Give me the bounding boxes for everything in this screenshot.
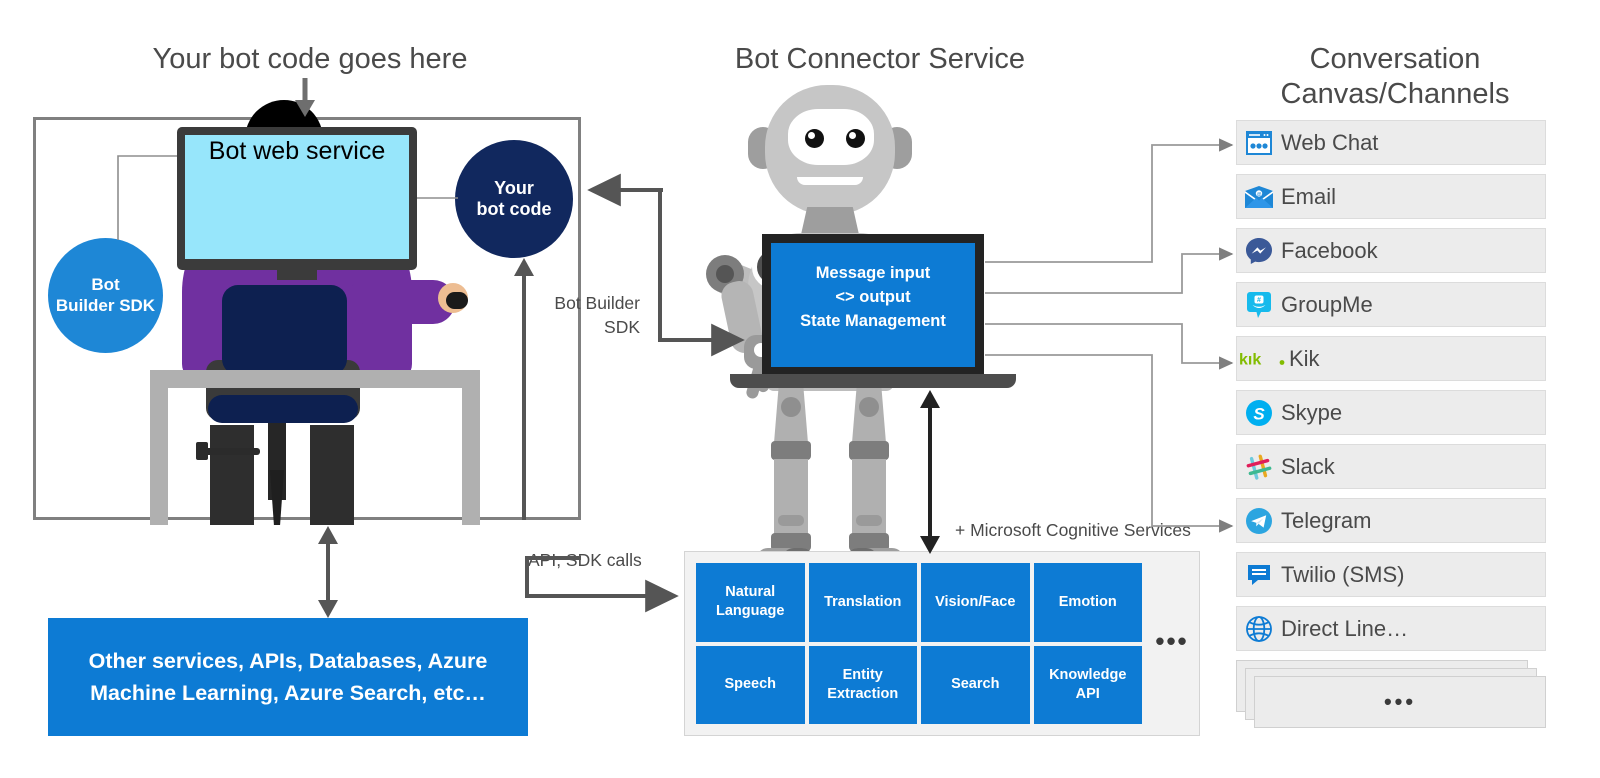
robot-eye-left (805, 129, 824, 148)
line-to-web-chat (985, 138, 1234, 263)
laptop-screen-text: Message input <> output State Management (800, 264, 946, 330)
cognitive-services-grid: Natural Language Translation Vision/Face… (696, 563, 1142, 724)
channel-row-telegram[interactable]: Telegram (1236, 498, 1546, 543)
chair-base-left (210, 425, 254, 525)
diagram-canvas: Your bot code goes here Bot Connector Se… (0, 0, 1600, 778)
desk-leg-right (462, 370, 480, 525)
channel-row-kik[interactable]: kık Kik (1236, 336, 1546, 381)
channel-label: Email (1281, 183, 1337, 209)
cognitive-cell[interactable]: Speech (696, 645, 805, 724)
chair-pole-lower (270, 470, 284, 525)
heading-center: Bot Connector Service (734, 43, 1026, 75)
telegram-icon (1237, 507, 1281, 535)
facebook-messenger-icon (1237, 237, 1281, 265)
slack-icon (1237, 454, 1281, 480)
channel-row-email[interactable]: @ Email (1236, 174, 1546, 219)
channel-row-slack[interactable]: Slack (1236, 444, 1546, 489)
channel-label: Telegram (1281, 507, 1372, 533)
cognitive-cell[interactable]: Emotion (1033, 563, 1142, 642)
channel-label: Facebook (1281, 237, 1378, 263)
email-icon: @ (1237, 185, 1281, 209)
line-to-kik (985, 323, 1234, 370)
channel-label: Slack (1281, 453, 1335, 479)
bot-builder-sdk-circle: Bot Builder SDK (48, 238, 163, 353)
line-to-facebook (985, 247, 1234, 294)
cognitive-services-panel: Natural Language Translation Vision/Face… (684, 551, 1200, 736)
direct-line-globe-icon (1237, 615, 1281, 643)
arrow-label-api-sdk-calls: API, SDK calls (528, 550, 642, 570)
cognitive-cell[interactable]: Natural Language (696, 563, 805, 642)
heading-left: Your bot code goes here (152, 43, 468, 75)
cognitive-cell[interactable]: Search (921, 645, 1030, 724)
channel-label: Direct Line… (1281, 615, 1409, 641)
monitor-stand (277, 270, 317, 280)
channel-row-direct-line[interactable]: Direct Line… (1236, 606, 1546, 651)
channel-more-stack[interactable]: ••• (1236, 660, 1546, 734)
channel-row-twilio-sms[interactable]: Twilio (SMS) (1236, 552, 1546, 597)
desk-leg-left (150, 370, 168, 525)
web-chat-icon (1237, 130, 1281, 155)
robot-hip-joint-left (781, 397, 801, 417)
monitor-label: Bot web service (208, 137, 386, 165)
kik-icon: kık (1237, 350, 1289, 368)
arrow-label-bot-builder-sdk: Bot Builder SDK (554, 293, 640, 337)
computer-mouse (446, 292, 468, 309)
svg-text:kık: kık (1239, 351, 1261, 368)
channel-more-dots: ••• (1383, 689, 1417, 714)
robot-eye-right (846, 129, 865, 148)
svg-text:S: S (1253, 404, 1265, 423)
twilio-sms-icon (1237, 563, 1281, 587)
chair-seat (208, 395, 358, 423)
svg-text:#: # (1257, 297, 1261, 304)
bot-web-service-monitor: Bot web service (177, 127, 417, 280)
robot-hip-joint-right (859, 397, 879, 417)
heading-right: Conversation Canvas/Channels (1280, 43, 1510, 111)
channels-list: Web Chat @ Email Facebook # GroupMe kık … (1236, 120, 1546, 734)
skype-icon: S (1237, 399, 1281, 427)
your-bot-code-circle: Your bot code (455, 140, 573, 258)
channel-label: Skype (1281, 399, 1343, 425)
chair-lever (200, 448, 260, 455)
cognitive-cell[interactable]: Knowledge API (1033, 645, 1142, 724)
robot-mouth (797, 177, 863, 185)
desk-surface (150, 370, 480, 388)
robot-shin-band-left (778, 515, 804, 526)
cognitive-cell[interactable]: Vision/Face (921, 563, 1030, 642)
laptop-base (730, 374, 1016, 388)
channel-label: Web Chat (1281, 129, 1379, 155)
cognitive-services-caption: + Microsoft Cognitive Services (955, 520, 1191, 540)
channel-row-web-chat[interactable]: Web Chat (1236, 120, 1546, 165)
line-to-telegram (985, 354, 1234, 533)
cognitive-cell[interactable]: Entity Extraction (808, 645, 917, 724)
connector-laptop: Message input <> output State Management (730, 234, 1016, 388)
channel-label: GroupMe (1281, 291, 1373, 317)
other-services-box: Other services, APIs, Databases, Azure M… (48, 618, 528, 736)
chair-base-right (310, 425, 354, 525)
cognitive-cell[interactable]: Translation (808, 563, 917, 642)
cognitive-overflow-dots: ••• (1155, 626, 1189, 656)
channel-stack-layer-3[interactable]: ••• (1254, 676, 1546, 728)
svg-text:@: @ (1256, 192, 1261, 198)
robot-knee-right (849, 441, 889, 460)
chair-lever-knob (196, 442, 208, 460)
robot-knee-left (771, 441, 811, 460)
arrow-leftbox-to-other-services (318, 526, 338, 618)
channel-label: Kik (1289, 345, 1320, 371)
groupme-icon: # (1237, 291, 1281, 319)
channel-row-facebook[interactable]: Facebook (1236, 228, 1546, 273)
channel-row-groupme[interactable]: # GroupMe (1236, 282, 1546, 327)
channel-label: Twilio (SMS) (1281, 561, 1405, 587)
robot-shin-band-right (856, 515, 882, 526)
chair-backrest (222, 285, 347, 375)
channel-row-skype[interactable]: S Skype (1236, 390, 1546, 435)
